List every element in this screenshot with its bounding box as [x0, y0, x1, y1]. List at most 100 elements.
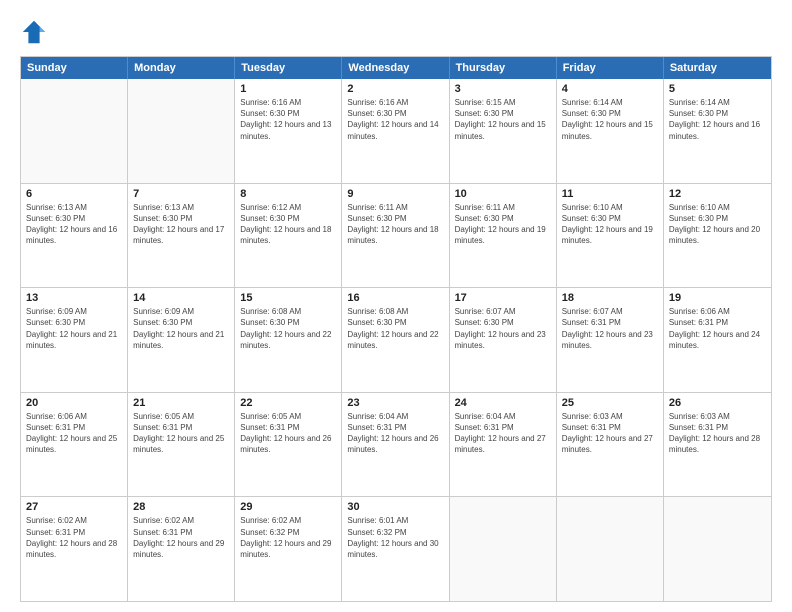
day-cell: 1Sunrise: 6:16 AM Sunset: 6:30 PM Daylig… [235, 79, 342, 183]
day-number: 13 [26, 292, 122, 304]
day-info: Sunrise: 6:10 AM Sunset: 6:30 PM Dayligh… [669, 202, 766, 247]
day-cell: 5 Sunrise: 6:14 AM Sunset: 6:30 PM Daylig… [664, 79, 771, 183]
header-day-friday: Friday [557, 57, 664, 79]
day-info: Sunrise: 6:02 AM Sunset: 6:32 PM Dayligh… [240, 515, 336, 560]
week-4: 20 Sunrise: 6:06 AM Sunset: 6:31 PM Dayli… [21, 393, 771, 498]
header-day-tuesday: Tuesday [235, 57, 342, 79]
day-cell: 28 Sunrise: 6:02 AM Sunset: 6:31 PM Dayli… [128, 497, 235, 601]
calendar: SundayMondayTuesdayWednesdayThursdayFrid… [20, 56, 772, 602]
day-cell: 2 Sunrise: 6:16 AM Sunset: 6:30 PM Daylig… [342, 79, 449, 183]
day-cell: 25 Sunrise: 6:03 AM Sunset: 6:31 PM Dayli… [557, 393, 664, 497]
day-info: Sunrise: 6:09 AM Sunset: 6:30 PM Dayligh… [26, 306, 122, 351]
day-number: 9 [347, 188, 443, 200]
day-number: 24 [455, 397, 551, 409]
day-info: Sunrise: 6:03 AM Sunset: 6:31 PM Dayligh… [669, 411, 766, 456]
day-info: Sunrise: 6:07 AM Sunset: 6:31 PM Dayligh… [562, 306, 658, 351]
day-info: Sunrise: 6:03 AM Sunset: 6:31 PM Dayligh… [562, 411, 658, 456]
day-info: Sunrise: 6:13 AM Sunset: 6:30 PM Dayligh… [26, 202, 122, 247]
day-number: 27 [26, 501, 122, 513]
day-number: 2 [347, 83, 443, 95]
day-info: Sunrise: 6:05 AM Sunset: 6:31 PM Dayligh… [133, 411, 229, 456]
day-info: Sunrise: 6:16 AM Sunset: 6:30 PM Dayligh… [240, 97, 336, 142]
day-cell: 17 Sunrise: 6:07 AM Sunset: 6:30 PM Dayli… [450, 288, 557, 392]
day-info: Sunrise: 6:10 AM Sunset: 6:30 PM Dayligh… [562, 202, 658, 247]
day-cell: 21Sunrise: 6:05 AM Sunset: 6:31 PM Dayli… [128, 393, 235, 497]
day-number: 8 [240, 188, 336, 200]
day-number: 11 [562, 188, 658, 200]
day-cell: 4Sunrise: 6:14 AM Sunset: 6:30 PM Daylig… [557, 79, 664, 183]
day-number: 26 [669, 397, 766, 409]
day-info: Sunrise: 6:13 AM Sunset: 6:30 PM Dayligh… [133, 202, 229, 247]
day-info: Sunrise: 6:11 AM Sunset: 6:30 PM Dayligh… [455, 202, 551, 247]
day-cell: 30 Sunrise: 6:01 AM Sunset: 6:32 PM Dayli… [342, 497, 449, 601]
day-number: 15 [240, 292, 336, 304]
day-cell: 29Sunrise: 6:02 AM Sunset: 6:32 PM Dayli… [235, 497, 342, 601]
day-info: Sunrise: 6:06 AM Sunset: 6:31 PM Dayligh… [26, 411, 122, 456]
day-number: 19 [669, 292, 766, 304]
day-info: Sunrise: 6:06 AM Sunset: 6:31 PM Dayligh… [669, 306, 766, 351]
day-number: 5 [669, 83, 766, 95]
page: SundayMondayTuesdayWednesdayThursdayFrid… [0, 0, 792, 612]
day-number: 6 [26, 188, 122, 200]
calendar-body: 1Sunrise: 6:16 AM Sunset: 6:30 PM Daylig… [21, 79, 771, 601]
day-number: 28 [133, 501, 229, 513]
day-cell: 3 Sunrise: 6:15 AM Sunset: 6:30 PM Daylig… [450, 79, 557, 183]
day-cell: 14Sunrise: 6:09 AM Sunset: 6:30 PM Dayli… [128, 288, 235, 392]
day-number: 23 [347, 397, 443, 409]
header-day-wednesday: Wednesday [342, 57, 449, 79]
day-cell: 16 Sunrise: 6:08 AM Sunset: 6:30 PM Dayli… [342, 288, 449, 392]
day-info: Sunrise: 6:02 AM Sunset: 6:31 PM Dayligh… [26, 515, 122, 560]
day-info: Sunrise: 6:16 AM Sunset: 6:30 PM Dayligh… [347, 97, 443, 142]
day-cell [21, 79, 128, 183]
day-info: Sunrise: 6:07 AM Sunset: 6:30 PM Dayligh… [455, 306, 551, 351]
week-3: 13 Sunrise: 6:09 AM Sunset: 6:30 PM Dayli… [21, 288, 771, 393]
day-cell: 13 Sunrise: 6:09 AM Sunset: 6:30 PM Dayli… [21, 288, 128, 392]
day-cell: 22Sunrise: 6:05 AM Sunset: 6:31 PM Dayli… [235, 393, 342, 497]
day-info: Sunrise: 6:11 AM Sunset: 6:30 PM Dayligh… [347, 202, 443, 247]
day-number: 17 [455, 292, 551, 304]
day-number: 4 [562, 83, 658, 95]
day-info: Sunrise: 6:08 AM Sunset: 6:30 PM Dayligh… [240, 306, 336, 351]
day-number: 10 [455, 188, 551, 200]
day-number: 18 [562, 292, 658, 304]
day-cell: 20 Sunrise: 6:06 AM Sunset: 6:31 PM Dayli… [21, 393, 128, 497]
day-info: Sunrise: 6:12 AM Sunset: 6:30 PM Dayligh… [240, 202, 336, 247]
day-cell: 6 Sunrise: 6:13 AM Sunset: 6:30 PM Daylig… [21, 184, 128, 288]
day-cell: 26 Sunrise: 6:03 AM Sunset: 6:31 PM Dayli… [664, 393, 771, 497]
day-number: 3 [455, 83, 551, 95]
day-cell: 15 Sunrise: 6:08 AM Sunset: 6:30 PM Dayli… [235, 288, 342, 392]
day-number: 30 [347, 501, 443, 513]
week-2: 6 Sunrise: 6:13 AM Sunset: 6:30 PM Daylig… [21, 184, 771, 289]
day-info: Sunrise: 6:09 AM Sunset: 6:30 PM Dayligh… [133, 306, 229, 351]
day-info: Sunrise: 6:08 AM Sunset: 6:30 PM Dayligh… [347, 306, 443, 351]
day-cell [128, 79, 235, 183]
day-info: Sunrise: 6:04 AM Sunset: 6:31 PM Dayligh… [347, 411, 443, 456]
day-info: Sunrise: 6:04 AM Sunset: 6:31 PM Dayligh… [455, 411, 551, 456]
day-cell: 7Sunrise: 6:13 AM Sunset: 6:30 PM Daylig… [128, 184, 235, 288]
week-1: 1Sunrise: 6:16 AM Sunset: 6:30 PM Daylig… [21, 79, 771, 184]
day-number: 12 [669, 188, 766, 200]
day-cell: 18 Sunrise: 6:07 AM Sunset: 6:31 PM Dayli… [557, 288, 664, 392]
day-cell [664, 497, 771, 601]
day-number: 20 [26, 397, 122, 409]
day-number: 25 [562, 397, 658, 409]
day-cell: 24 Sunrise: 6:04 AM Sunset: 6:31 PM Dayli… [450, 393, 557, 497]
day-cell: 9 Sunrise: 6:11 AM Sunset: 6:30 PM Daylig… [342, 184, 449, 288]
day-info: Sunrise: 6:15 AM Sunset: 6:30 PM Dayligh… [455, 97, 551, 142]
header [20, 18, 772, 46]
day-cell [450, 497, 557, 601]
week-5: 27 Sunrise: 6:02 AM Sunset: 6:31 PM Dayli… [21, 497, 771, 601]
day-info: Sunrise: 6:14 AM Sunset: 6:30 PM Dayligh… [669, 97, 766, 142]
day-cell: 11 Sunrise: 6:10 AM Sunset: 6:30 PM Dayli… [557, 184, 664, 288]
day-cell: 19 Sunrise: 6:06 AM Sunset: 6:31 PM Dayli… [664, 288, 771, 392]
header-day-thursday: Thursday [450, 57, 557, 79]
header-day-monday: Monday [128, 57, 235, 79]
day-info: Sunrise: 6:02 AM Sunset: 6:31 PM Dayligh… [133, 515, 229, 560]
calendar-header: SundayMondayTuesdayWednesdayThursdayFrid… [21, 57, 771, 79]
day-number: 16 [347, 292, 443, 304]
day-cell [557, 497, 664, 601]
day-cell: 8 Sunrise: 6:12 AM Sunset: 6:30 PM Daylig… [235, 184, 342, 288]
header-day-sunday: Sunday [21, 57, 128, 79]
day-info: Sunrise: 6:01 AM Sunset: 6:32 PM Dayligh… [347, 515, 443, 560]
day-info: Sunrise: 6:05 AM Sunset: 6:31 PM Dayligh… [240, 411, 336, 456]
